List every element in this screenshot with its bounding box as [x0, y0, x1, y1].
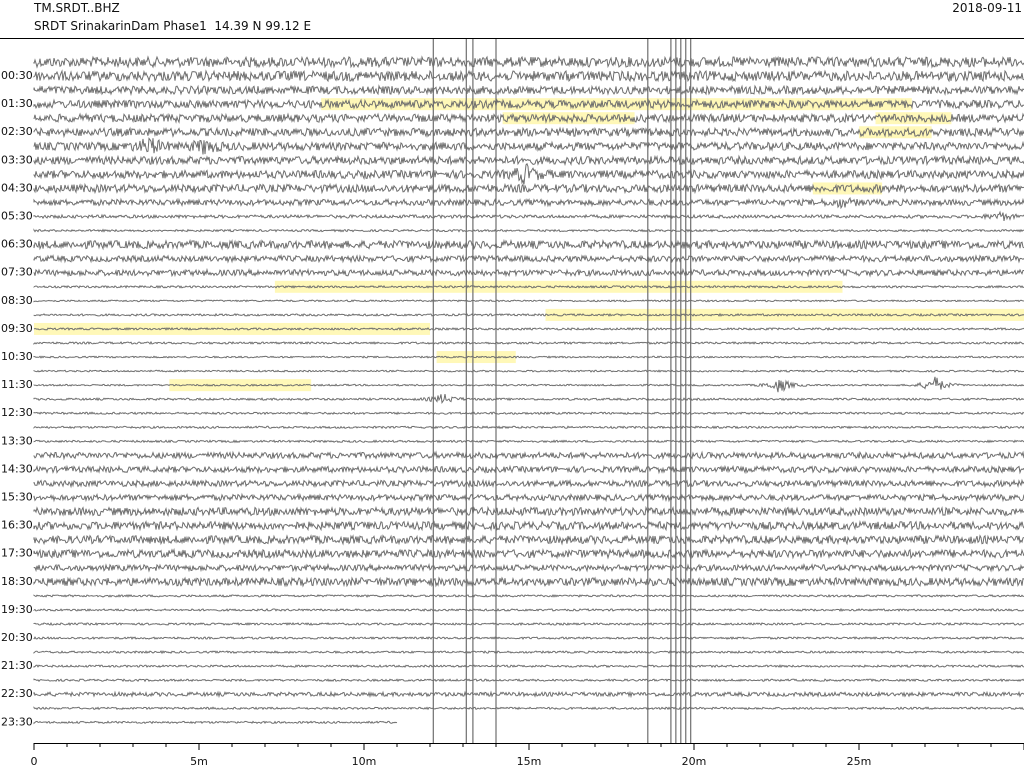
hour-label: 15:30 — [1, 491, 33, 504]
trace-row — [33, 664, 1024, 669]
trace-row — [33, 162, 1024, 185]
x-tick-label: 25m — [847, 755, 872, 768]
hour-label: 05:30 — [1, 210, 33, 223]
trace-row — [33, 678, 1024, 683]
hour-label: 19:30 — [1, 603, 33, 616]
trace-row — [33, 562, 1024, 573]
x-tick-label: 10m — [352, 755, 377, 768]
highlight-band — [321, 98, 912, 111]
helicorder-plot: 00:30 01:30 02:30 03:30 04:30 05:30 06:30 07:30… — [0, 38, 1024, 768]
trace-row — [33, 706, 1024, 711]
hour-label: 14:30 — [1, 462, 33, 475]
trace-row — [33, 636, 1024, 641]
trace-row — [33, 355, 1024, 359]
trace-row — [33, 492, 1024, 503]
hour-label: 04:30 — [1, 181, 33, 194]
hour-label: 02:30 — [1, 125, 33, 138]
trace-row — [33, 576, 1024, 588]
trace-row — [33, 196, 1024, 210]
trace-row — [33, 547, 1024, 560]
trace-row — [33, 593, 1024, 598]
hour-label: 11:30 — [1, 378, 33, 391]
trace-row — [33, 267, 1024, 278]
trace-row — [33, 425, 1024, 430]
trace-row — [33, 369, 1024, 373]
trace-row — [33, 622, 1024, 627]
hour-label: 20:30 — [1, 631, 33, 644]
hour-label: 07:30 — [1, 266, 33, 279]
hour-label: 10:30 — [1, 350, 33, 363]
x-tick-label: 15m — [517, 755, 542, 768]
trace-row — [33, 84, 1024, 97]
x-tick-label: 20m — [682, 755, 707, 768]
trace-row — [33, 607, 1024, 612]
trace-row — [33, 69, 1024, 83]
trace-row — [33, 411, 1024, 416]
hour-label: 09:30 — [1, 322, 33, 335]
hour-label: 17:30 — [1, 547, 33, 560]
x-tick-label: 0 — [31, 755, 38, 768]
trace-row — [33, 450, 1024, 461]
trace-row — [33, 340, 1024, 346]
trace-row — [33, 650, 1024, 655]
trace-row — [33, 238, 1024, 251]
trace-row — [33, 394, 1024, 404]
x-axis: 0 5m 10m 15m 20m 25m — [31, 743, 1024, 768]
hour-label: 01:30 — [1, 97, 33, 110]
hour-label: 03:30 — [1, 153, 33, 166]
trace-row — [33, 228, 1024, 233]
trace-row — [33, 154, 1024, 167]
hour-label: 23:30 — [1, 715, 33, 728]
hour-label: 16:30 — [1, 519, 33, 532]
hour-label: 06:30 — [1, 238, 33, 251]
hour-label: 12:30 — [1, 406, 33, 419]
trace-row — [33, 519, 1024, 532]
trace-row — [33, 253, 1024, 264]
trace-row — [33, 478, 1024, 489]
trace-row — [33, 299, 1024, 303]
trace-row — [33, 464, 1024, 475]
hour-label: 00:30 — [1, 69, 33, 82]
trace-row — [33, 533, 1024, 546]
trace-row — [33, 312, 1024, 317]
hour-label: 08:30 — [1, 294, 33, 307]
hour-label: 18:30 — [1, 575, 33, 588]
hour-label: 22:30 — [1, 687, 33, 700]
trace-row — [33, 720, 398, 725]
trace-row — [33, 55, 1024, 69]
trace-row — [33, 137, 1024, 155]
x-tick-label: 5m — [190, 755, 208, 768]
hour-label: 13:30 — [1, 434, 33, 447]
trace-row — [33, 690, 1024, 699]
trace-row — [33, 505, 1024, 518]
hour-label: 21:30 — [1, 659, 33, 672]
hour-label-layer: 00:30 01:30 02:30 03:30 04:30 05:30 06:30 07:30… — [1, 69, 33, 728]
trace-row — [33, 439, 1024, 444]
trace-row — [33, 210, 1024, 221]
